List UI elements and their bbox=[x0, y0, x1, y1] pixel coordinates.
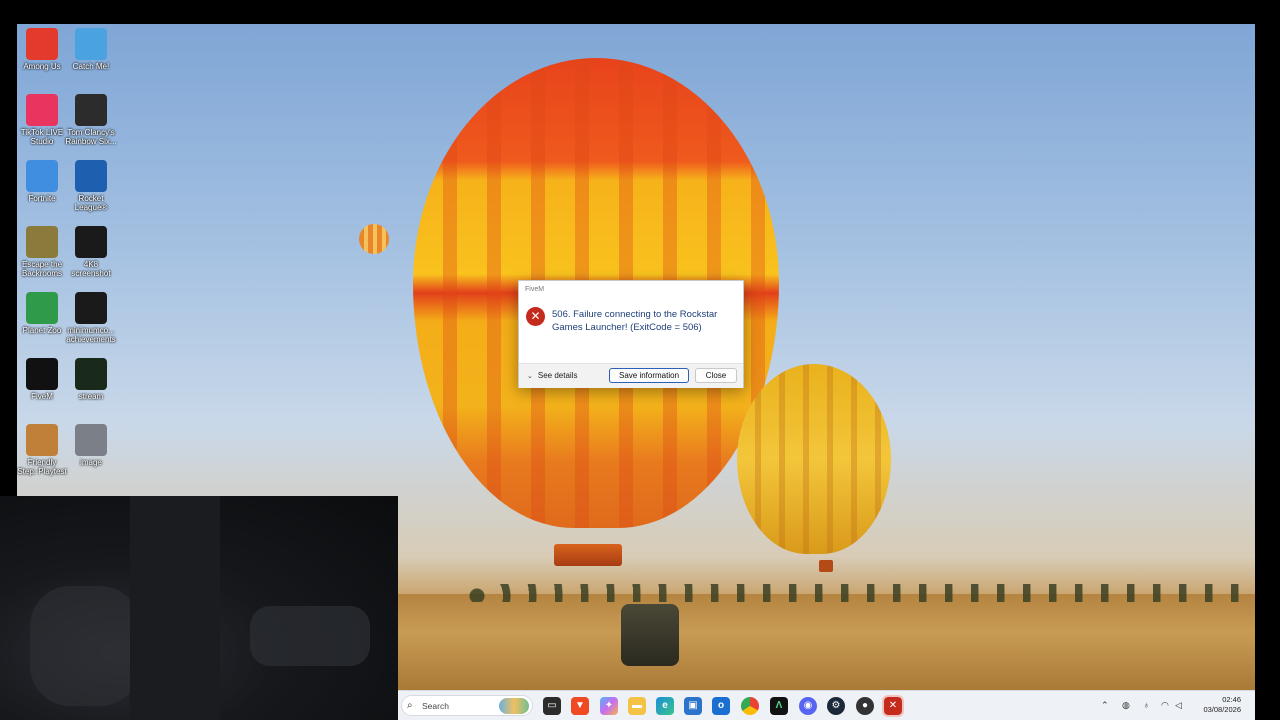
right-balloon bbox=[737, 364, 891, 554]
desktop-icon[interactable]: stream bbox=[65, 358, 117, 401]
chevron-up-icon[interactable]: ⌃ bbox=[1101, 700, 1109, 711]
desktop-icon[interactable]: FiveM bbox=[17, 358, 68, 401]
taskbar: ⌕ Search ▭ ▼ ✦ ▬ e ▣ o Λ ◉ ⚙ ● ✕ ⌃ ◍ ♁ ◠… bbox=[398, 690, 1255, 720]
chevron-down-icon: ⌄ bbox=[527, 373, 533, 380]
store-icon[interactable]: ▣ bbox=[684, 697, 702, 715]
desktop-icon-label: FiveM bbox=[31, 392, 53, 401]
achievements-file-icon bbox=[75, 292, 107, 324]
desktop-icon[interactable]: Planet Zoo bbox=[17, 292, 68, 335]
tree-line bbox=[467, 584, 1255, 602]
desktop-icon-label: TikTok LIVE Studio bbox=[20, 128, 64, 146]
desktop-icon-label: Planet Zoo bbox=[22, 326, 62, 335]
brave-icon[interactable]: ▼ bbox=[571, 697, 589, 715]
dialog-footer: ⌄ See details Save information Close bbox=[519, 363, 743, 388]
tiktok-icon bbox=[26, 94, 58, 126]
search-input[interactable]: Search bbox=[422, 701, 449, 711]
desktop-icon-label: Friendly Step: Playtest bbox=[17, 458, 67, 476]
desktop-icon-label: Fortnite bbox=[28, 194, 56, 203]
catch-me-icon bbox=[75, 28, 107, 60]
desktop-icon-label: Among Us bbox=[23, 62, 61, 71]
clock[interactable]: 02:46 03/08/2026 bbox=[1203, 695, 1241, 715]
desktop-icon-label: Tom Clancy's Rainbow Six... bbox=[65, 128, 117, 146]
app-icon[interactable]: ● bbox=[856, 697, 874, 715]
system-tray: ⌃ ◍ ♁ ◠ ◁ 02:46 03/08/2026 bbox=[1095, 691, 1255, 720]
desktop-icon-label: minimumco... achievements bbox=[66, 326, 116, 344]
among-us-icon bbox=[26, 28, 58, 60]
discord-icon[interactable]: ◉ bbox=[799, 697, 817, 715]
small-balloon bbox=[359, 224, 389, 254]
desktop-icon[interactable]: TikTok LIVE Studio bbox=[17, 94, 68, 146]
image-file-icon bbox=[75, 424, 107, 456]
taskbar-search[interactable]: ⌕ Search bbox=[401, 695, 533, 716]
save-information-button[interactable]: Save information bbox=[609, 368, 689, 383]
safari-vehicle bbox=[621, 604, 679, 666]
see-details-toggle[interactable]: ⌄ See details bbox=[527, 371, 577, 380]
desktop-icon[interactable]: image bbox=[65, 424, 117, 467]
desktop-icon[interactable]: 4K8 screenshot bbox=[65, 226, 117, 278]
desktop-icon[interactable]: Fortnite bbox=[17, 160, 68, 203]
volume-icon[interactable]: ◁ bbox=[1175, 700, 1182, 711]
network-icon[interactable]: ◍ bbox=[1122, 700, 1130, 711]
clock-time: 02:46 bbox=[1222, 695, 1241, 704]
desktop-icon[interactable]: Tom Clancy's Rainbow Six... bbox=[65, 94, 117, 146]
desktop-icon-label: stream bbox=[78, 392, 104, 401]
clock-date: 03/08/2026 bbox=[1203, 705, 1241, 714]
right-balloon-basket bbox=[819, 560, 833, 572]
desktop-icon[interactable]: Escape the Backrooms bbox=[17, 226, 68, 278]
edge-icon[interactable]: e bbox=[656, 697, 674, 715]
friendly-step-icon bbox=[26, 424, 58, 456]
wifi-icon[interactable]: ◠ bbox=[1161, 700, 1169, 711]
file-explorer-icon[interactable]: ▭ bbox=[543, 697, 561, 715]
desktop-icon-label: Catch Me! bbox=[72, 62, 110, 71]
error-dialog: FiveM ✕ 506. Failure connecting to the R… bbox=[518, 280, 744, 388]
steam-icon[interactable]: ⚙ bbox=[827, 697, 845, 715]
escape-backrooms-icon bbox=[26, 226, 58, 258]
fivem-icon bbox=[26, 358, 58, 390]
planet-zoo-icon bbox=[26, 292, 58, 324]
main-balloon-basket bbox=[554, 544, 622, 566]
close-button[interactable]: Close bbox=[695, 368, 737, 383]
rocket-league-icon bbox=[75, 160, 107, 192]
desktop-icon[interactable]: minimumco... achievements bbox=[65, 292, 117, 344]
rainbow-six-icon bbox=[75, 94, 107, 126]
microphone-icon[interactable]: ♁ bbox=[1143, 700, 1150, 710]
stream-file-icon bbox=[75, 358, 107, 390]
desktop-icon-label: Rocket League® bbox=[74, 194, 108, 212]
screenshot-file-icon bbox=[75, 226, 107, 258]
folder-icon[interactable]: ▬ bbox=[628, 697, 646, 715]
search-icon: ⌕ bbox=[407, 700, 413, 711]
outlook-icon[interactable]: o bbox=[712, 697, 730, 715]
fivem-taskbar-icon[interactable]: Λ bbox=[770, 697, 788, 715]
search-highlight-icon bbox=[499, 698, 529, 714]
desktop-icons: Among Us Catch Me! TikTok LIVE Studio Tom C… bbox=[17, 24, 127, 499]
chrome-icon[interactable] bbox=[741, 697, 759, 715]
copilot-icon[interactable]: ✦ bbox=[600, 697, 618, 715]
desktop-icon[interactable]: Among Us bbox=[17, 28, 68, 71]
dialog-message: 506. Failure connecting to the Rockstar … bbox=[552, 309, 718, 333]
see-details-label: See details bbox=[537, 371, 578, 380]
error-app-icon[interactable]: ✕ bbox=[882, 695, 904, 717]
desktop-icon[interactable]: Rocket League® bbox=[65, 160, 117, 212]
fortnite-icon bbox=[26, 160, 58, 192]
dialog-title: FiveM bbox=[525, 286, 545, 293]
webcam-overlay bbox=[0, 496, 398, 720]
error-icon: ✕ bbox=[526, 307, 545, 326]
desktop-icon-label: image bbox=[80, 458, 102, 467]
desktop-icon-label: Escape the Backrooms bbox=[21, 260, 63, 278]
desktop-icon[interactable]: Catch Me! bbox=[65, 28, 117, 71]
desktop-icon[interactable]: Friendly Step: Playtest bbox=[17, 424, 68, 476]
desktop-icon-label: 4K8 screenshot bbox=[71, 260, 111, 278]
